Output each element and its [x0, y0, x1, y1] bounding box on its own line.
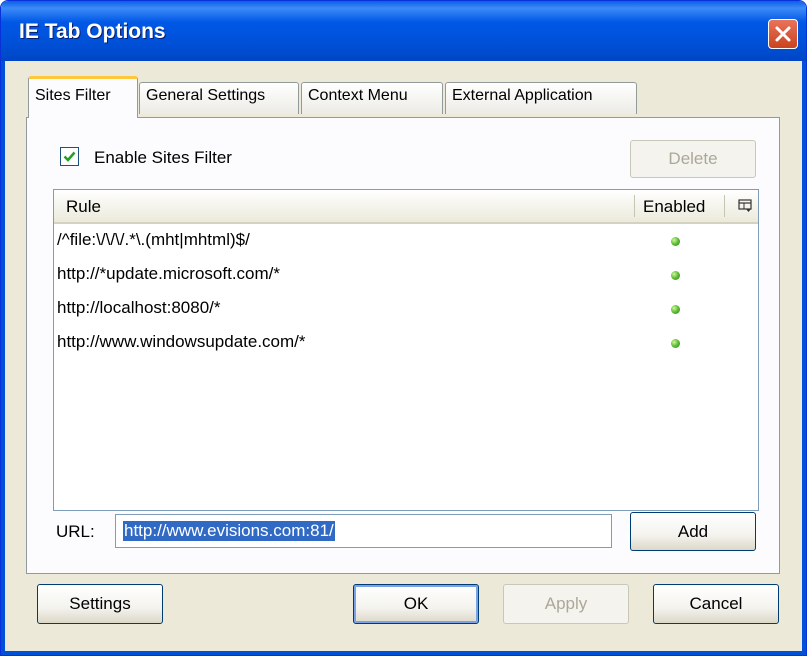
tab-sites-filter[interactable]: Sites Filter	[28, 76, 138, 118]
list-item[interactable]: http://www.windowsupdate.com/*	[55, 326, 758, 360]
apply-button[interactable]: Apply	[503, 584, 629, 624]
add-button[interactable]: Add	[630, 512, 756, 551]
column-header-enabled[interactable]: Enabled	[643, 197, 705, 217]
cancel-button[interactable]: Cancel	[653, 584, 779, 624]
title-bar[interactable]: IE Tab Options	[1, 1, 806, 61]
rule-text: http://www.windowsupdate.com/*	[57, 332, 306, 351]
ok-button[interactable]: OK	[353, 584, 479, 624]
window-frame-left	[1, 61, 5, 655]
delete-button[interactable]: Delete	[630, 140, 756, 178]
window-frame-bottom	[1, 651, 806, 655]
url-label: URL:	[56, 522, 95, 541]
tab-context-menu[interactable]: Context Menu	[301, 82, 443, 114]
enable-sites-filter-label: Enable Sites Filter	[94, 148, 232, 167]
close-button[interactable]	[768, 19, 798, 49]
list-item[interactable]: /^file:\/\/\/.*\.(mht|mhtml)$/	[55, 224, 758, 258]
rule-text: http://*update.microsoft.com/*	[57, 264, 280, 283]
window-frame-right	[802, 61, 806, 655]
list-item[interactable]: http://*update.microsoft.com/*	[55, 258, 758, 292]
tab-general-settings-label: General Settings	[146, 87, 266, 104]
list-header: Rule Enabled	[54, 190, 758, 224]
enabled-indicator-icon	[671, 305, 680, 314]
tab-external-application-label: External Application	[452, 87, 593, 104]
url-input[interactable]: http://www.evisions.com:81/	[115, 514, 612, 548]
window-title: IE Tab Options	[19, 20, 166, 43]
column-separator[interactable]	[724, 195, 725, 217]
tab-context-menu-label: Context Menu	[308, 87, 408, 104]
enabled-indicator-icon	[671, 237, 680, 246]
settings-button[interactable]: Settings	[37, 584, 163, 624]
tab-sites-filter-label: Sites Filter	[35, 87, 111, 104]
enabled-indicator-icon	[671, 339, 680, 348]
tab-general-settings[interactable]: General Settings	[139, 82, 299, 114]
rule-text: /^file:\/\/\/.*\.(mht|mhtml)$/	[57, 230, 250, 249]
column-separator[interactable]	[634, 195, 635, 217]
list-item[interactable]: http://localhost:8080/*	[55, 292, 758, 326]
column-header-rule[interactable]: Rule	[66, 197, 101, 217]
checkmark-icon	[63, 151, 76, 162]
column-chooser-icon[interactable]	[738, 199, 752, 213]
tab-external-application[interactable]: External Application	[445, 82, 637, 114]
rule-text: http://localhost:8080/*	[57, 298, 221, 317]
url-input-value: http://www.evisions.com:81/	[123, 521, 335, 541]
enabled-indicator-icon	[671, 271, 680, 280]
rules-list[interactable]: Rule Enabled /^file:\/\/\/.*\.(mht|mhtml…	[53, 189, 759, 511]
close-icon	[775, 26, 791, 42]
enable-sites-filter-checkbox[interactable]	[60, 147, 79, 166]
